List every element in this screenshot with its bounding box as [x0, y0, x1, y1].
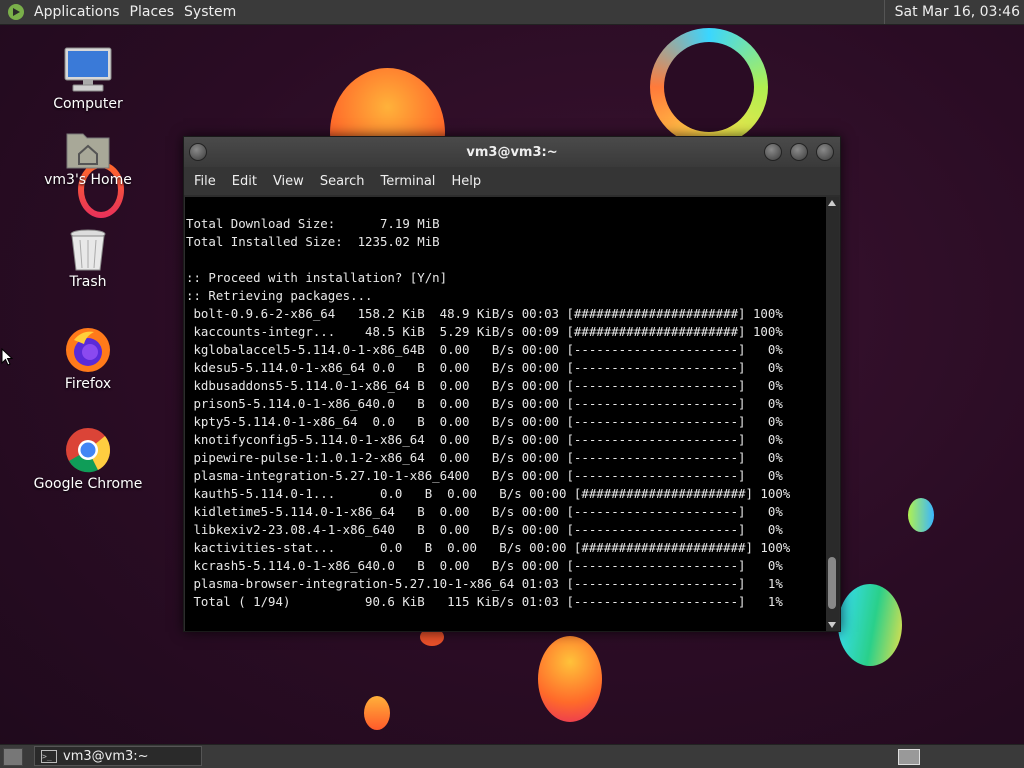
desktop-icon-label: vm3's Home: [44, 172, 132, 188]
minimize-button[interactable]: [764, 143, 782, 161]
terminal-icon: >_: [41, 749, 57, 763]
wallpaper-small-orange-blob: [364, 696, 390, 730]
desktop-icon-firefox[interactable]: Firefox: [28, 326, 148, 392]
main-menu-logo-icon[interactable]: [6, 2, 26, 22]
workspace-switcher[interactable]: [898, 749, 920, 765]
terminal-output[interactable]: Total Download Size: 7.19 MiB Total Inst…: [185, 197, 826, 631]
clock[interactable]: Sat Mar 16, 03:46: [883, 0, 1024, 24]
home-folder-icon: [65, 128, 111, 170]
scrollbar-thumb[interactable]: [828, 557, 836, 609]
firefox-icon: [64, 326, 112, 374]
top-panel: Applications Places System Sat Mar 16, 0…: [0, 0, 1024, 25]
terminal-window[interactable]: vm3@vm3:~ File Edit View Search Terminal…: [183, 136, 841, 632]
taskbar-item-terminal[interactable]: >_ vm3@vm3:~: [34, 746, 202, 766]
desktop-icon-label: Firefox: [64, 376, 112, 392]
show-desktop-icon[interactable]: [3, 748, 23, 766]
scroll-up-arrow-icon[interactable]: [828, 200, 836, 206]
wallpaper-ring: [650, 28, 768, 146]
wallpaper-small-green-blob: [908, 498, 934, 532]
menu-terminal[interactable]: Terminal: [372, 174, 443, 189]
menu-file[interactable]: File: [186, 174, 224, 189]
scroll-down-arrow-icon[interactable]: [828, 622, 836, 628]
desktop-icon-label: Trash: [69, 274, 107, 290]
menu-view[interactable]: View: [265, 174, 312, 189]
taskbar-item-label: vm3@vm3:~: [63, 748, 149, 764]
trash-icon: [68, 228, 108, 272]
menu-edit[interactable]: Edit: [224, 174, 265, 189]
wallpaper-blue-blob: [838, 584, 902, 666]
wallpaper-orange-blob-bottom: [538, 636, 602, 722]
desktop-icon-trash[interactable]: Trash: [28, 228, 148, 290]
places-menu[interactable]: Places: [128, 4, 183, 20]
chrome-icon: [64, 426, 112, 474]
desktop-icon-home[interactable]: vm3's Home: [28, 128, 148, 188]
desktop-icon-label: Google Chrome: [33, 476, 143, 492]
window-menu-button[interactable]: [189, 143, 207, 161]
mouse-pointer-icon: [1, 348, 13, 366]
applications-menu[interactable]: Applications: [32, 4, 128, 20]
desktop-icon-chrome[interactable]: Google Chrome: [28, 426, 148, 492]
terminal-scrollbar[interactable]: [826, 197, 839, 631]
window-titlebar[interactable]: vm3@vm3:~: [184, 137, 840, 167]
menu-search[interactable]: Search: [312, 174, 373, 189]
menu-help[interactable]: Help: [443, 174, 489, 189]
terminal-text: Total Download Size: 7.19 MiB Total Inst…: [186, 216, 791, 609]
computer-icon: [63, 46, 113, 94]
system-menu[interactable]: System: [182, 4, 244, 20]
window-title: vm3@vm3:~: [466, 144, 558, 160]
bottom-panel: >_ vm3@vm3:~: [0, 744, 1024, 768]
close-button[interactable]: [816, 143, 834, 161]
window-menubar: File Edit View Search Terminal Help: [184, 167, 840, 195]
desktop-icon-label: Computer: [53, 96, 123, 112]
desktop-icon-computer[interactable]: Computer: [28, 46, 148, 112]
maximize-button[interactable]: [790, 143, 808, 161]
